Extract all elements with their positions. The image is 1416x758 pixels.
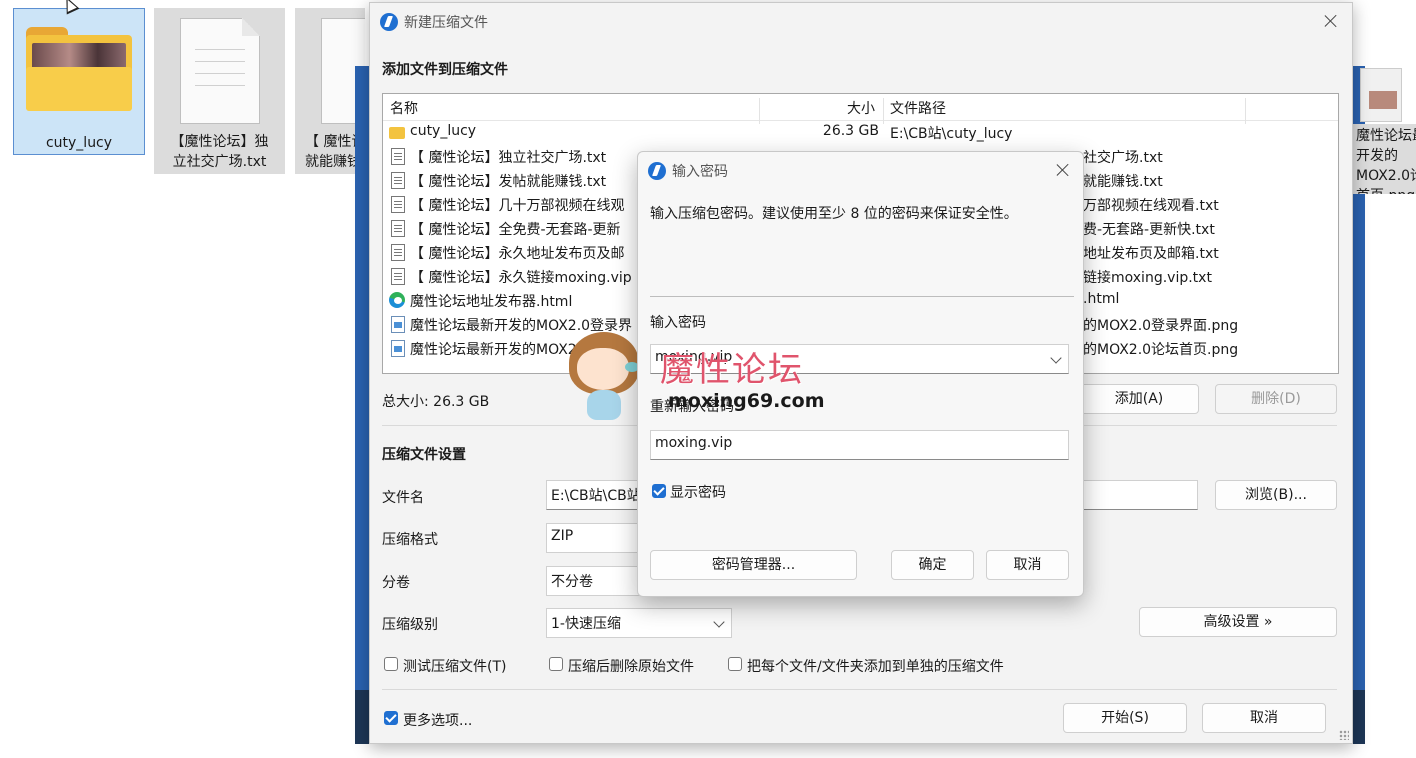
start-button[interactable]: 开始(S) [1063, 703, 1187, 733]
txt-icon [391, 196, 405, 213]
dialog-title: 新建压缩文件 [404, 15, 488, 31]
desktop-folder-cuty-lucy[interactable]: cuty_lucy [13, 8, 145, 155]
watermark-url: moxing69.com [668, 390, 825, 412]
test-archive-label[interactable]: 测试压缩文件(T) [403, 656, 506, 676]
format-label: 压缩格式 [382, 532, 438, 548]
file-list-header: 名称 大小 文件路径 [383, 94, 1338, 124]
cancel-button[interactable]: 取消 [1202, 703, 1326, 733]
password-dialog-title: 输入密码 [672, 164, 728, 180]
archive-settings-heading: 压缩文件设置 [382, 447, 466, 463]
file-path: 地址发布页及邮箱.txt [1083, 246, 1219, 262]
show-password-checkbox[interactable] [652, 484, 666, 498]
txt-icon [391, 172, 405, 189]
volume-value: 不分卷 [551, 574, 593, 590]
separate-archives-checkbox[interactable] [728, 657, 742, 671]
resize-grip-icon[interactable] [1339, 730, 1349, 740]
txt-icon [391, 148, 405, 165]
file-name: 【 魔性论坛】永久链接moxing.vip [410, 270, 632, 286]
txt-icon [391, 268, 405, 285]
delete-original-checkbox[interactable] [549, 657, 563, 671]
file-name: 【 魔性论坛】发帖就能赚钱.txt [410, 174, 607, 190]
file-name: cuty_lucy [410, 123, 477, 139]
show-password-label[interactable]: 显示密码 [670, 482, 726, 502]
filename-label: 文件名 [382, 490, 424, 506]
folder-icon [26, 27, 132, 111]
add-button[interactable]: 添加(A) [1079, 384, 1199, 414]
delete-original-label[interactable]: 压缩后删除原始文件 [568, 656, 694, 676]
volume-label: 分卷 [382, 575, 410, 591]
desktop-file-txt[interactable]: 【魔性论坛】独立社交广场.txt [154, 8, 285, 174]
image-thumbnail-icon [1360, 68, 1402, 122]
chevron-down-icon [713, 616, 725, 628]
app-logo-icon [648, 162, 666, 180]
file-name: 【 魔性论坛】永久地址发布页及邮 [410, 246, 625, 262]
file-name: 【 魔性论坛】独立社交广场.txt [410, 150, 607, 166]
delete-button[interactable]: 删除(D) [1215, 384, 1337, 414]
close-icon[interactable] [1323, 13, 1339, 29]
document-icon [180, 18, 260, 124]
file-path: 费-无套路-更新快.txt [1083, 222, 1215, 238]
tile-label: 魔性论坛最新开发的MOX2.0论坛首页.png [1356, 128, 1416, 194]
file-row[interactable]: cuty_lucy 26.3 GB E:\CB站\cuty_lucy [383, 121, 1338, 145]
png-icon [391, 316, 405, 333]
reenter-password-input[interactable]: moxing.vip [650, 430, 1069, 460]
advanced-settings-button[interactable]: 高级设置 » [1139, 607, 1337, 637]
close-icon[interactable] [1055, 162, 1071, 178]
password-hint: 输入压缩包密码。建议使用至少 8 位的密码来保证安全性。 [650, 206, 1018, 222]
separate-archives-label[interactable]: 把每个文件/文件夹添加到单独的压缩文件 [747, 656, 1004, 676]
file-path: 的MOX2.0论坛首页.png [1083, 342, 1239, 358]
edge-icon [389, 292, 405, 308]
file-name: 魔性论坛地址发布器.html [410, 294, 573, 310]
password-manager-button[interactable]: 密码管理器... [650, 550, 857, 580]
add-files-heading: 添加文件到压缩文件 [382, 62, 508, 78]
divider [382, 689, 1337, 690]
file-path: 链接moxing.vip.txt [1083, 270, 1212, 286]
format-value: ZIP [551, 528, 574, 544]
chevron-down-icon[interactable] [1050, 352, 1062, 364]
test-archive-checkbox[interactable] [384, 657, 398, 671]
watermark-text: 魔性论坛 [660, 350, 804, 390]
desktop-file-png[interactable]: 魔性论坛最新开发的MOX2.0论坛首页.png [1352, 124, 1416, 194]
level-value: 1-快速压缩 [551, 616, 621, 632]
app-logo-icon [380, 13, 398, 31]
ok-button[interactable]: 确定 [891, 550, 974, 580]
more-options-checkbox[interactable] [384, 711, 398, 725]
txt-icon [391, 244, 405, 261]
level-label: 压缩级别 [382, 617, 438, 633]
divider [650, 296, 1074, 297]
column-name[interactable]: 名称 [390, 98, 418, 118]
total-size: 总大小: 26.3 GB [382, 394, 490, 410]
file-size: 26.3 GB [822, 123, 879, 139]
file-path: .html [1083, 291, 1120, 307]
file-path: 万部视频在线观看.txt [1083, 198, 1219, 214]
folder-icon [389, 127, 405, 139]
png-icon [391, 340, 405, 357]
txt-icon [391, 220, 405, 237]
file-path: E:\CB站\cuty_lucy [890, 126, 1013, 142]
column-size[interactable]: 大小 [847, 98, 875, 118]
mascot-watermark-icon [565, 326, 645, 426]
enter-password-label: 输入密码 [650, 315, 706, 331]
password-cancel-button[interactable]: 取消 [986, 550, 1069, 580]
more-options-label[interactable]: 更多选项... [403, 710, 472, 730]
file-name: 【 魔性论坛】全免费-无套路-更新 [410, 222, 621, 238]
level-select[interactable]: 1-快速压缩 [546, 608, 732, 638]
file-path: 就能赚钱.txt [1083, 174, 1163, 190]
browse-button[interactable]: 浏览(B)... [1215, 480, 1337, 510]
file-path: 的MOX2.0登录界面.png [1083, 318, 1239, 334]
tile-label: cuty_lucy [45, 135, 113, 151]
column-path[interactable]: 文件路径 [890, 98, 946, 118]
tile-label: 【魔性论坛】独立社交广场.txt [170, 134, 269, 170]
file-name: 【 魔性论坛】几十万部视频在线观 [410, 198, 625, 214]
file-path: 社交广场.txt [1083, 150, 1163, 166]
